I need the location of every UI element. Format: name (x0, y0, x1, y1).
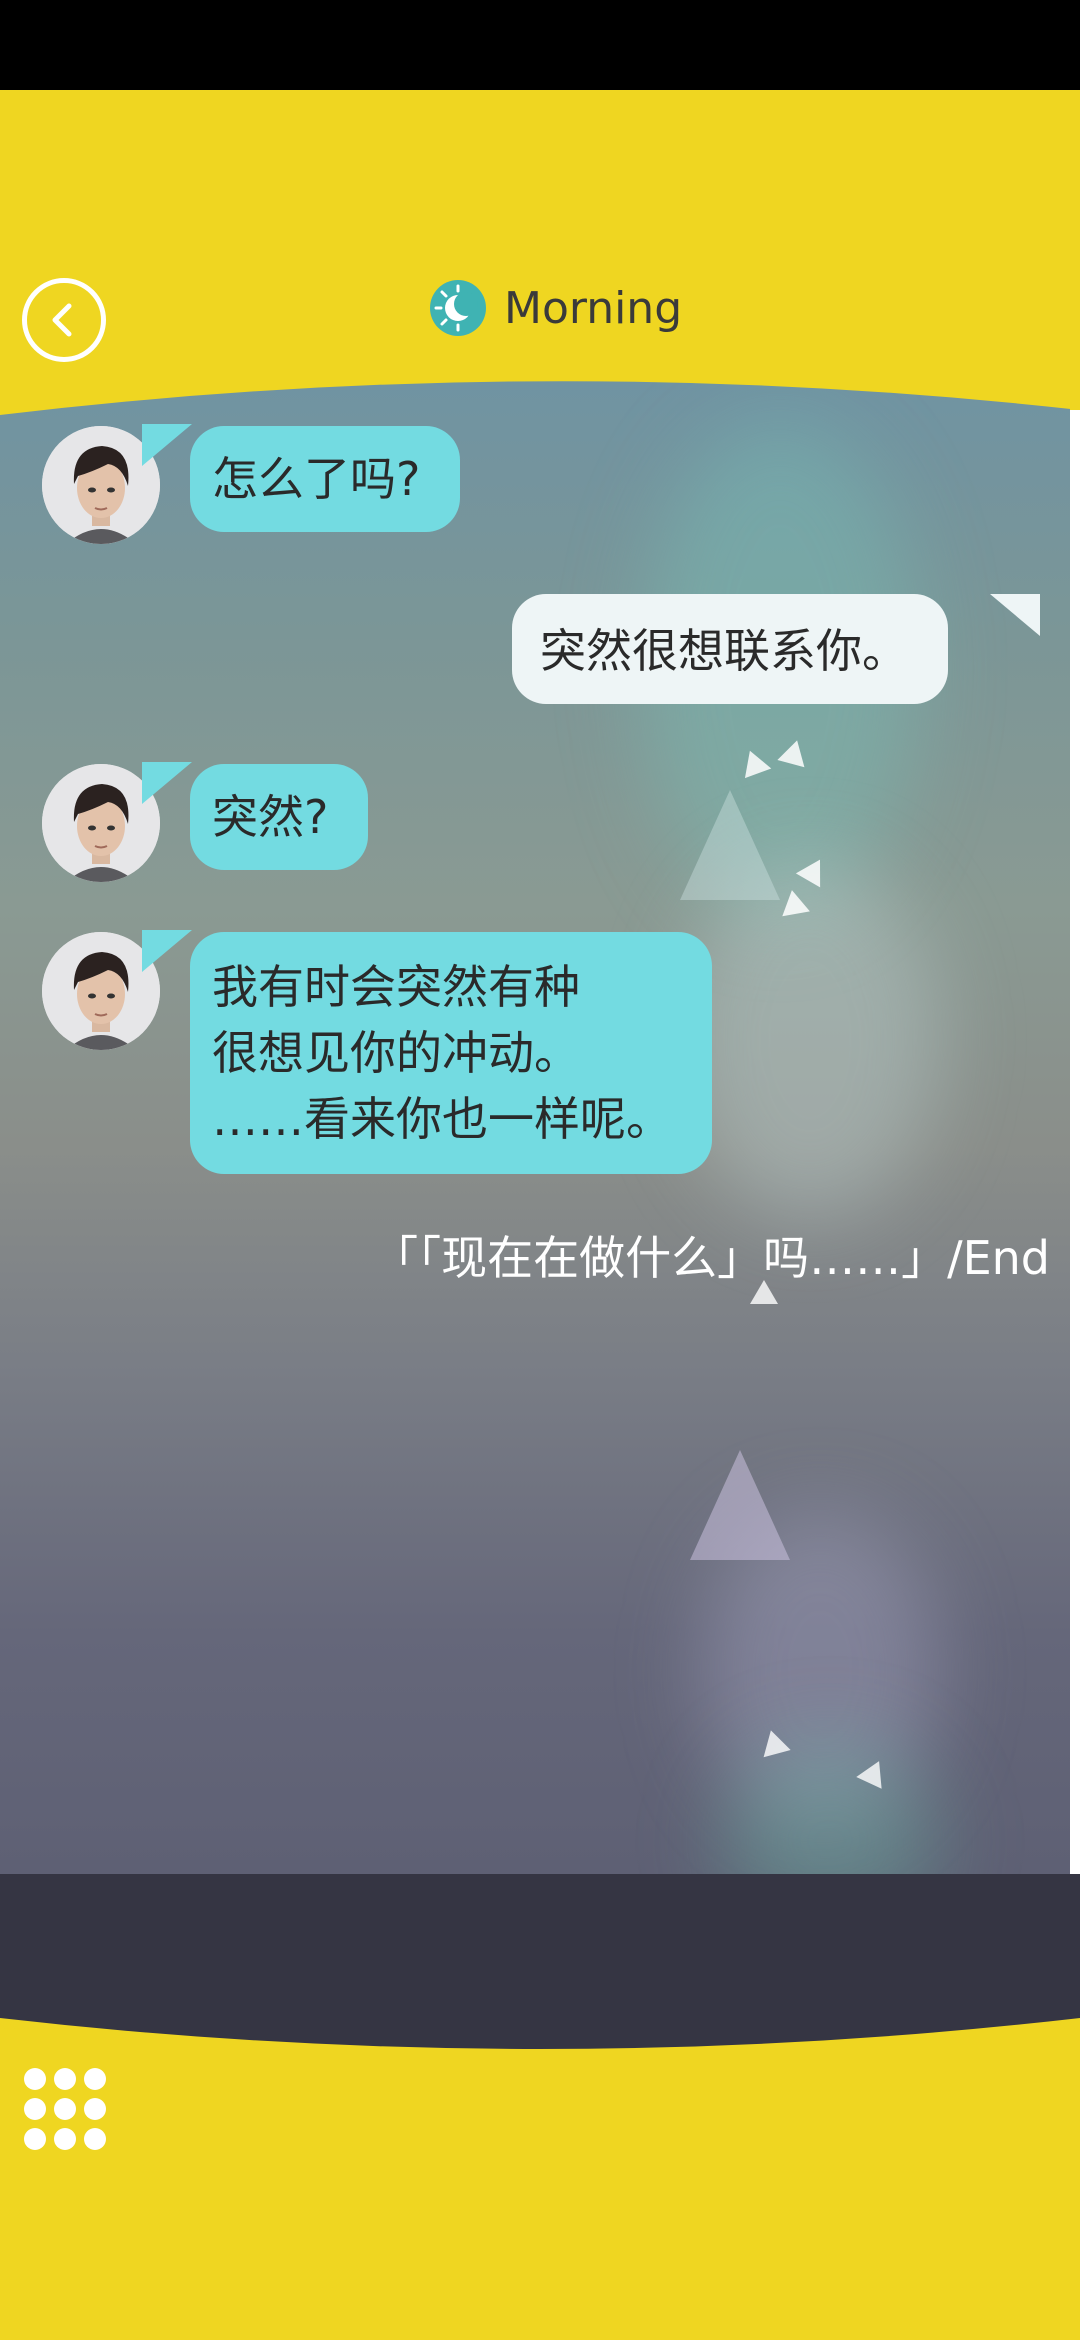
menu-dot (84, 2128, 106, 2150)
menu-dot (54, 2098, 76, 2120)
menu-dot (24, 2098, 46, 2120)
title-label: Morning (504, 282, 683, 334)
status-bar (0, 0, 1080, 90)
chevron-left-icon (52, 303, 72, 337)
footer-bar (0, 2018, 1080, 2340)
bubble-tail (990, 594, 1040, 636)
sun-glyph (434, 284, 478, 332)
message-line: 突然? (212, 790, 329, 844)
screen: Morning 怎么了吗? 突然很想联系你。 突然? 我有时会突然有种 很想见你… (0, 0, 1080, 2340)
message-bubble-incoming: 突然? (190, 764, 369, 870)
menu-dot (54, 2068, 76, 2090)
message-line: 我有时会突然有种 (212, 960, 580, 1014)
message-line: 怎么了吗? (212, 452, 421, 506)
decorative-triangle (778, 887, 810, 917)
menu-dot (54, 2128, 76, 2150)
message-bubble-incoming: 怎么了吗? (190, 426, 461, 532)
message-bubble-incoming: 我有时会突然有种 很想见你的冲动。 ……看来你也一样呢。 (190, 932, 712, 1174)
sun-icon (430, 280, 486, 336)
message-line: 突然很想联系你。 (540, 624, 908, 678)
decorative-triangle (680, 790, 780, 900)
bubble-tail (142, 930, 192, 972)
bubble-tail (142, 424, 192, 466)
back-button[interactable] (22, 278, 106, 362)
message-line: 很想见你的冲动。 (212, 1026, 580, 1080)
menu-dot (84, 2068, 106, 2090)
bubble-tail (142, 762, 192, 804)
menu-dot (24, 2128, 46, 2150)
chat-title: Morning (430, 278, 682, 338)
grid-menu-icon[interactable] (24, 2068, 108, 2152)
chat-border (1070, 410, 1080, 1876)
narration-text: 「「现在在做什么」吗……」/End (372, 1231, 1050, 1285)
message-line: ……看来你也一样呢。 (212, 1092, 672, 1146)
background-glow (680, 860, 940, 1220)
message-bubble-outgoing: 突然很想联系你。 (512, 594, 948, 704)
menu-dot (84, 2098, 106, 2120)
decorative-triangle (690, 1450, 790, 1560)
menu-dot (24, 2068, 46, 2090)
